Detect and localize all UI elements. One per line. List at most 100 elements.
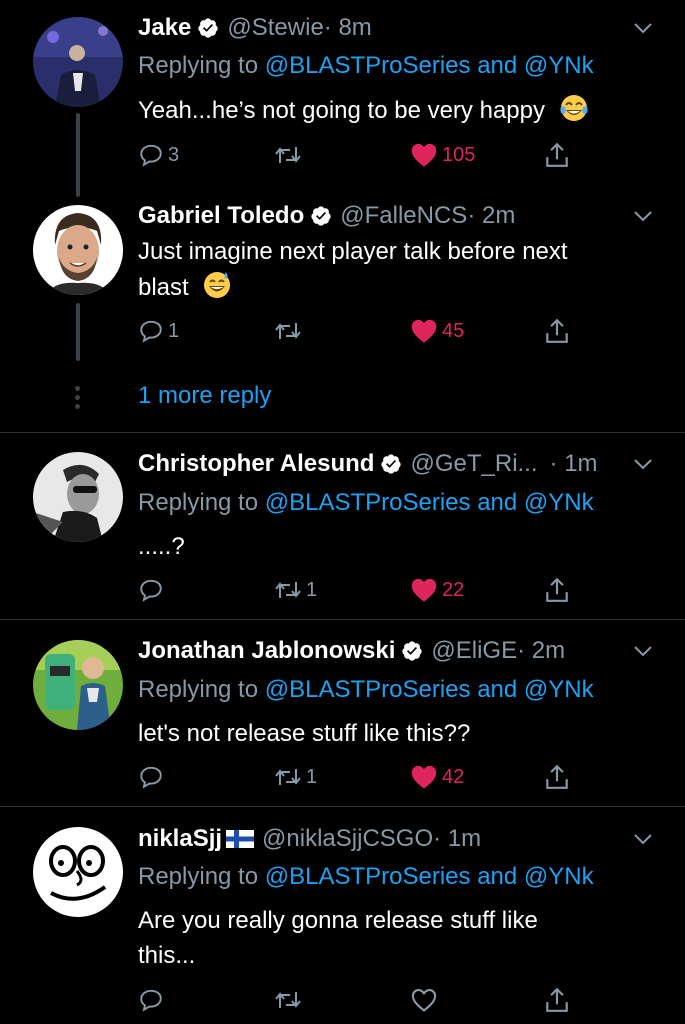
like-count: 45 xyxy=(442,319,465,342)
share-icon xyxy=(546,987,568,1012)
avatar-image xyxy=(33,17,123,107)
replying-to-label: Replying to xyxy=(138,863,265,890)
replying-to-label: Replying to xyxy=(138,489,265,516)
face-with-tears-of-joy-icon xyxy=(558,92,590,124)
retweet-count: 1 xyxy=(306,765,318,788)
like-count: 105 xyxy=(442,143,476,166)
like-button[interactable]: 105 xyxy=(410,140,475,170)
like-button[interactable]: 45 xyxy=(410,316,464,346)
avatar-image xyxy=(33,452,123,542)
reply-button[interactable] xyxy=(138,985,168,1015)
tweet-header: Jake @Stewie · 8m xyxy=(138,11,645,45)
replying-to: Replying to @BLASTProSeries and @YNk xyxy=(138,676,594,704)
share-button[interactable] xyxy=(544,316,570,346)
share-button[interactable] xyxy=(544,575,570,605)
reply-button[interactable] xyxy=(138,575,168,605)
reply-button[interactable] xyxy=(138,762,168,792)
display-name[interactable]: Gabriel Toledo xyxy=(138,202,304,230)
chevron-down-icon[interactable] xyxy=(633,645,653,659)
reply-icon xyxy=(140,579,162,602)
tweet-header: niklaSjj @niklaSjjCSGO · 1m xyxy=(138,822,645,856)
replying-to: Replying to @BLASTProSeries and @YNk xyxy=(138,489,594,517)
tweet-text-line-2: this... xyxy=(138,942,196,969)
chevron-down-icon[interactable] xyxy=(633,22,653,36)
tweet-jake[interactable]: Jake @Stewie · 8m Replying to @BLASTProS… xyxy=(0,0,685,197)
replying-to-mentions[interactable]: @BLASTProSeries and @YNk xyxy=(265,489,594,516)
grinning-face-with-sweat-icon xyxy=(201,269,233,301)
tweet-header: Jonathan Jablonowski @EliGE · 2m xyxy=(138,634,645,668)
display-name[interactable]: Christopher Alesund xyxy=(138,450,374,478)
reply-button[interactable]: 1 xyxy=(138,316,179,346)
replying-to-mentions[interactable]: @BLASTProSeries and @YNk xyxy=(265,52,594,79)
tweet-jonathan-jablonowski[interactable]: Jonathan Jablonowski @EliGE · 2m Replyin… xyxy=(0,620,685,806)
share-button[interactable] xyxy=(544,985,570,1015)
reply-button[interactable]: 3 xyxy=(138,140,179,170)
thread-dots xyxy=(74,386,82,413)
avatar[interactable] xyxy=(33,827,123,917)
avatar-image xyxy=(33,205,123,295)
retweet-button[interactable]: 1 xyxy=(274,575,317,605)
reply-icon xyxy=(140,989,162,1012)
tweet-gabriel-toledo[interactable]: Gabriel Toledo @FalleNCS · 2m Just imagi… xyxy=(0,190,685,370)
tweet-text: Just imagine next player talk before nex… xyxy=(138,234,658,305)
retweet-icon xyxy=(275,992,301,1008)
avatar-image xyxy=(33,827,123,917)
like-count: 42 xyxy=(442,765,465,788)
replying-to-mentions[interactable]: @BLASTProSeries and @YNk xyxy=(265,863,594,890)
like-button[interactable] xyxy=(410,985,442,1015)
share-icon xyxy=(546,764,568,789)
display-name[interactable]: Jake xyxy=(138,14,191,42)
verified-badge-icon xyxy=(401,640,423,662)
share-icon xyxy=(546,577,568,602)
retweet-icon xyxy=(275,323,301,339)
chevron-down-icon[interactable] xyxy=(633,458,653,472)
tweet-text-line-2-wrap: blast xyxy=(138,269,658,305)
display-name[interactable]: Jonathan Jablonowski xyxy=(138,637,395,665)
tweet-niklasjj[interactable]: niklaSjj @niklaSjjCSGO · 1m Replying to … xyxy=(0,807,685,1024)
avatar[interactable] xyxy=(33,205,123,295)
tweet-actions: 3 105 xyxy=(138,140,578,170)
replying-to-mentions[interactable]: @BLASTProSeries and @YNk xyxy=(265,676,594,703)
reply-count: 3 xyxy=(168,143,180,166)
tweet-text-content: Yeah...he’s not going to be very happy xyxy=(138,97,545,124)
reply-icon xyxy=(140,766,162,789)
retweet-icon xyxy=(275,769,301,785)
timestamp: · 8m xyxy=(323,14,372,41)
tweet-christopher-alesund[interactable]: Christopher Alesund @GeT_Ri... · 1m Repl… xyxy=(0,433,685,619)
handle[interactable]: @niklaSjjCSGO xyxy=(262,825,433,853)
avatar[interactable] xyxy=(33,17,123,107)
share-icon xyxy=(546,318,568,343)
retweet-icon xyxy=(275,582,301,598)
replying-to: Replying to @BLASTProSeries and @YNk xyxy=(138,863,594,891)
chevron-down-icon[interactable] xyxy=(633,833,653,847)
handle[interactable]: @EliGE xyxy=(431,637,517,665)
handle[interactable]: @GeT_Ri... xyxy=(410,450,537,478)
like-button[interactable]: 42 xyxy=(410,762,464,792)
replying-to-label: Replying to xyxy=(138,52,265,79)
reply-count: 1 xyxy=(168,319,180,342)
avatar[interactable] xyxy=(33,640,123,730)
handle[interactable]: @FalleNCS xyxy=(340,202,467,230)
timestamp: · 1m xyxy=(549,450,598,477)
retweet-button[interactable] xyxy=(274,140,306,170)
avatar[interactable] xyxy=(33,452,123,542)
retweet-button[interactable] xyxy=(274,985,306,1015)
timestamp: · 2m xyxy=(467,202,516,229)
retweet-button[interactable]: 1 xyxy=(274,762,317,792)
more-replies-link[interactable]: 1 more reply xyxy=(138,382,271,410)
display-name[interactable]: niklaSjj xyxy=(138,825,222,853)
chevron-down-icon[interactable] xyxy=(633,210,653,224)
retweet-icon xyxy=(275,147,301,163)
finland-flag-icon xyxy=(226,830,255,848)
thread-line xyxy=(76,303,80,361)
handle[interactable]: @Stewie xyxy=(227,14,323,42)
like-button[interactable]: 22 xyxy=(410,575,464,605)
thread-line xyxy=(76,113,80,197)
tweet-text-content: let's not release stuff like this?? xyxy=(138,720,471,747)
tweet-actions xyxy=(138,985,578,1015)
retweet-count: 1 xyxy=(306,578,318,601)
tweet-text-content: .....? xyxy=(138,533,185,560)
retweet-button[interactable] xyxy=(274,316,306,346)
share-button[interactable] xyxy=(544,140,570,170)
share-button[interactable] xyxy=(544,762,570,792)
